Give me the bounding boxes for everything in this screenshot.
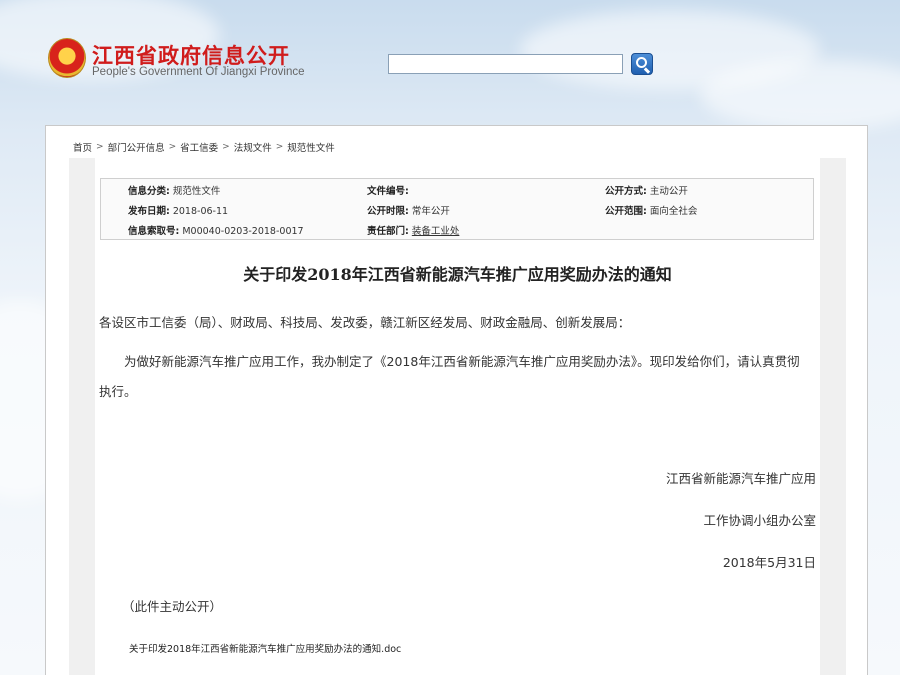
breadcrumb-item-regulations[interactable]: 法规文件	[234, 140, 272, 154]
site-header: ★ 江西省政府信息公开 People's Government Of Jiang…	[0, 0, 900, 120]
meta-table: 信息分类: 规范性文件 文件编号: 公开方式: 主动公开 发布日期: 2018-…	[100, 178, 814, 240]
chevron-right-icon: >	[96, 142, 104, 152]
signature-line-2: 工作协调小组办公室	[703, 513, 816, 528]
meta-index-number-key: 信息索取号:	[128, 226, 180, 237]
meta-publish-date-key: 发布日期:	[128, 206, 170, 217]
document-date: 2018年5月31日	[722, 555, 816, 570]
chevron-right-icon: >	[222, 142, 230, 152]
meta-open-time-key: 公开时限:	[367, 206, 409, 217]
public-note: （此件主动公开）	[122, 599, 223, 614]
signature-line-1: 江西省新能源汽车推广应用	[665, 471, 816, 486]
breadcrumb-item-dept[interactable]: 部门公开信息	[108, 140, 165, 154]
search-button[interactable]	[631, 53, 653, 75]
document-body: 为做好新能源汽车推广应用工作，我办制定了《2018年江西省新能源汽车推广应用奖励…	[99, 354, 800, 399]
meta-open-mode-value: 主动公开	[649, 186, 688, 197]
main-container: 首页 > 部门公开信息 > 省工信委 > 法规文件 > 规范性文件 信息分类: …	[45, 125, 868, 675]
chevron-right-icon: >	[275, 142, 284, 152]
meta-open-scope-value: 面向全社会	[649, 206, 698, 217]
site-subtitle: People's Government Of Jiangxi Province	[92, 66, 305, 78]
meta-department-value: 装备工业处	[411, 226, 460, 237]
meta-category-key: 信息分类:	[128, 186, 170, 197]
meta-open-mode-key: 公开方式:	[605, 186, 647, 197]
meta-publish-date-value: 2018-06-11	[172, 206, 229, 217]
attachment-link[interactable]: 关于印发2018年江西省新能源汽车推广应用奖励办法的通知.doc	[129, 641, 401, 655]
chevron-right-icon: >	[168, 142, 177, 152]
search-input[interactable]	[388, 54, 623, 74]
breadcrumb-item-normative[interactable]: 规范性文件	[287, 140, 335, 154]
document-addressee: 各设区市工信委（局）、财政局、科技局、发改委，赣江新区经发局、财政金融局、创新发…	[99, 315, 631, 330]
national-emblem-icon: ★	[48, 38, 86, 78]
breadcrumb-item-agency[interactable]: 省工信委	[180, 140, 218, 154]
document-title: 关于印发2018年江西省新能源汽车推广应用奖励办法的通知	[243, 265, 672, 284]
meta-category-value: 规范性文件	[172, 186, 221, 197]
meta-doc-number-key: 文件编号:	[367, 186, 409, 197]
meta-open-scope-key: 公开范围:	[605, 206, 647, 217]
document-content: 信息分类: 规范性文件 文件编号: 公开方式: 主动公开 发布日期: 2018-…	[95, 158, 820, 675]
meta-department-key: 责任部门:	[367, 226, 409, 237]
breadcrumb: 首页 > 部门公开信息 > 省工信委 > 法规文件 > 规范性文件	[73, 140, 335, 154]
breadcrumb-item-home[interactable]: 首页	[73, 140, 92, 154]
meta-index-number-value: M00040-0203-2018-0017	[182, 226, 304, 237]
meta-open-time-value: 常年公开	[411, 206, 450, 217]
